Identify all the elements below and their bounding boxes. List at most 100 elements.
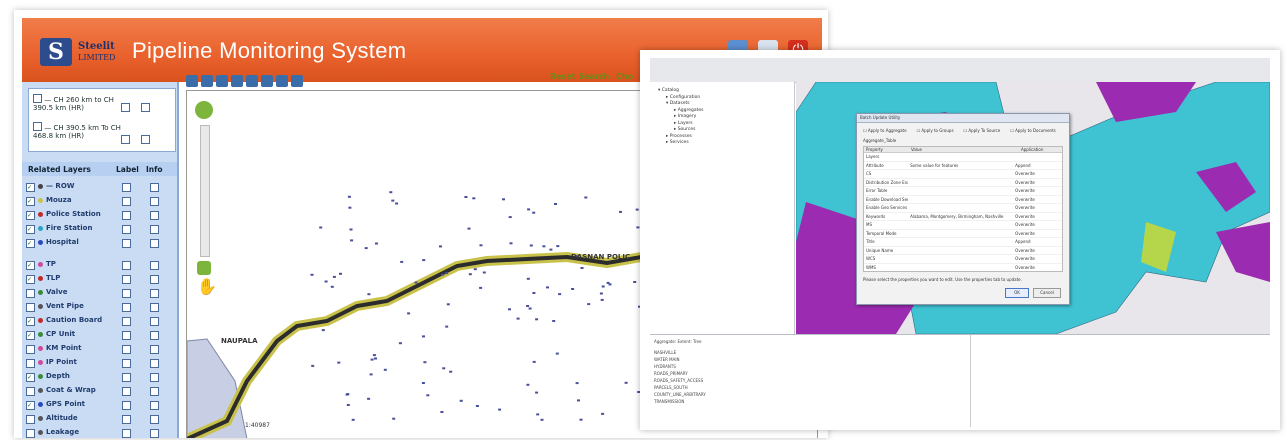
batch-update-dialog[interactable]: Batch Update Utility ☐ Apply to Aggregat… — [856, 113, 1070, 305]
zoom-reset-icon[interactable] — [197, 261, 211, 275]
label-checkbox[interactable] — [122, 359, 131, 368]
layer-visible-checkbox[interactable] — [26, 429, 35, 438]
list-item[interactable]: TRANSMISSION — [654, 398, 954, 405]
checkbox[interactable] — [33, 94, 42, 103]
table-row[interactable]: Layers — [864, 153, 1062, 162]
ok-button[interactable]: OK — [1005, 288, 1029, 298]
full-extent-icon[interactable] — [231, 75, 243, 87]
tree-item[interactable]: ▸ Services — [658, 140, 794, 147]
layer-visible-checkbox[interactable]: ✓ — [26, 373, 35, 382]
layer-row[interactable]: ✓ GPS Point — [26, 398, 176, 411]
checkbox[interactable] — [121, 103, 130, 112]
table-row[interactable]: Enable Geo Services Overwrite — [864, 204, 1062, 213]
pan-tool-icon[interactable] — [216, 75, 228, 87]
label-checkbox[interactable] — [122, 373, 131, 382]
checkbox[interactable] — [141, 135, 150, 144]
clear-icon[interactable] — [291, 75, 303, 87]
list-item[interactable]: NASHVILLE — [654, 349, 954, 356]
layer-row[interactable]: Altitude — [26, 412, 176, 425]
properties-table[interactable]: Property Value Application Layers Attribu… — [863, 146, 1063, 272]
reset-search-link[interactable]: Reset Search — [550, 72, 609, 81]
zoom-in-tool-icon[interactable] — [186, 75, 198, 87]
info-checkbox[interactable] — [150, 303, 159, 312]
layer-visible-checkbox[interactable]: ✓ — [26, 197, 35, 206]
layer-row[interactable]: ✓ Hospital — [26, 236, 176, 249]
layer-row[interactable]: ✓ TP — [26, 258, 176, 271]
catalog-tree[interactable]: ▾ Catalog ▸ Configuration ▾ Datasets ▸ A… — [650, 82, 795, 334]
label-checkbox[interactable] — [122, 345, 131, 354]
table-row[interactable]: Attribute Some value for features Append — [864, 162, 1062, 170]
table-row[interactable]: Unique Name Overwrite — [864, 247, 1062, 255]
list-item[interactable]: COUNTY_LINE_ARBITRARY — [654, 391, 954, 398]
label-checkbox[interactable] — [122, 275, 131, 284]
layer-row[interactable]: Vent Pipe — [26, 300, 176, 313]
chainage-item[interactable]: — CH 260 km to CH 390.5 km (HR) — [33, 93, 133, 112]
layer-row[interactable]: ✓ Fire Station — [26, 222, 176, 235]
label-checkbox[interactable] — [122, 317, 131, 326]
option-checkbox[interactable]: ☐ Apply to Aggregate — [863, 128, 907, 133]
layer-row[interactable]: ✓ Police Station — [26, 208, 176, 221]
list-item[interactable]: WATER MAIN — [654, 356, 954, 363]
table-row[interactable]: WCS Overwrite — [864, 255, 1062, 264]
layer-visible-checkbox[interactable]: ✓ — [26, 261, 35, 270]
label-checkbox[interactable] — [122, 303, 131, 312]
table-row[interactable]: WMS Overwrite — [864, 264, 1062, 272]
info-checkbox[interactable] — [150, 359, 159, 368]
info-checkbox[interactable] — [150, 261, 159, 270]
checkbox[interactable] — [141, 103, 150, 112]
chainage-list[interactable]: — CH 260 km to CH 390.5 km (HR) — CH 390… — [28, 88, 176, 152]
label-checkbox[interactable] — [122, 331, 131, 340]
info-checkbox[interactable] — [150, 415, 159, 424]
identify-icon[interactable] — [246, 75, 258, 87]
table-row[interactable]: CS Overwrite — [864, 170, 1062, 179]
layer-visible-checkbox[interactable]: ✓ — [26, 401, 35, 410]
table-row[interactable]: Keywords Alabama, Montgomery, Birmingham,… — [864, 213, 1062, 221]
label-checkbox[interactable] — [122, 197, 131, 206]
info-checkbox[interactable] — [150, 331, 159, 340]
list-item[interactable]: ROADS_PRIMARY — [654, 370, 954, 377]
info-checkbox[interactable] — [150, 239, 159, 248]
info-checkbox[interactable] — [150, 401, 159, 410]
measure-icon[interactable] — [261, 75, 273, 87]
option-checkbox[interactable]: ☐ Apply To Source — [964, 128, 1001, 133]
label-checkbox[interactable] — [122, 429, 131, 438]
layer-visible-checkbox[interactable]: ✓ — [26, 275, 35, 284]
layer-visible-checkbox[interactable] — [26, 415, 35, 424]
info-checkbox[interactable] — [150, 197, 159, 206]
layer-visible-checkbox[interactable]: ✓ — [26, 211, 35, 220]
layer-row[interactable]: Coat & Wrap — [26, 384, 176, 397]
label-checkbox[interactable] — [122, 183, 131, 192]
list-item[interactable]: PARCELS_SOUTH — [654, 384, 954, 391]
clipped-link[interactable]: Cho — [616, 72, 633, 81]
layer-row[interactable]: KM Point — [26, 342, 176, 355]
label-checkbox[interactable] — [122, 401, 131, 410]
layer-row[interactable]: ✓ CP Unit — [26, 328, 176, 341]
hand-pan-icon[interactable]: ✋ — [197, 277, 217, 296]
layer-row[interactable]: IP Point — [26, 356, 176, 369]
layer-visible-checkbox[interactable]: ✓ — [26, 239, 35, 248]
table-row[interactable]: Title Append — [864, 238, 1062, 247]
layer-row[interactable]: ✓ — ROW — [26, 180, 176, 193]
table-row[interactable]: MS Overwrite — [864, 221, 1062, 230]
table-row[interactable]: Temporal Mode Overwrite — [864, 230, 1062, 238]
layer-row[interactable]: ✓ Caution Board — [26, 314, 176, 327]
info-checkbox[interactable] — [150, 225, 159, 234]
layer-visible-checkbox[interactable] — [26, 359, 35, 368]
label-checkbox[interactable] — [122, 225, 131, 234]
layer-visible-checkbox[interactable]: ✓ — [26, 183, 35, 192]
list-item[interactable]: HYDRANTS — [654, 363, 954, 370]
table-row[interactable]: Enable Download Services Overwrite — [864, 196, 1062, 204]
layer-visible-checkbox[interactable]: ✓ — [26, 331, 35, 340]
layer-visible-checkbox[interactable]: ✓ — [26, 225, 35, 234]
table-row[interactable]: Distribution Zone Enabled Overwrite — [864, 179, 1062, 187]
label-checkbox[interactable] — [122, 415, 131, 424]
info-checkbox[interactable] — [150, 373, 159, 382]
search-tool-icon[interactable] — [276, 75, 288, 87]
info-checkbox[interactable] — [150, 387, 159, 396]
label-checkbox[interactable] — [122, 239, 131, 248]
layer-row[interactable]: Valve — [26, 286, 176, 299]
layer-row[interactable]: Leakage — [26, 426, 176, 438]
info-checkbox[interactable] — [150, 183, 159, 192]
layer-visible-checkbox[interactable] — [26, 387, 35, 396]
layer-row[interactable]: ✓ TLP — [26, 272, 176, 285]
